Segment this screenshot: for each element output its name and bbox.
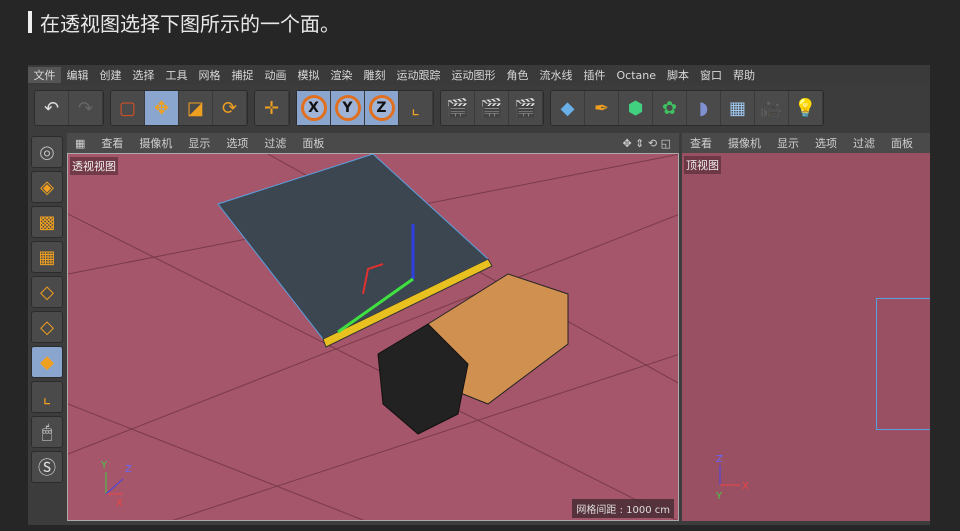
svg-text:Y: Y — [100, 460, 108, 471]
svg-text:X: X — [116, 498, 123, 509]
rotate-tool-button[interactable]: ⟳ — [213, 91, 247, 125]
menu-item[interactable]: 运动图形 — [446, 67, 501, 83]
perspective-view-menu: ▦ 查看 摄像机 显示 选项 过滤 面板 ✥ ⇕ ⟲ ◱ — [67, 133, 679, 153]
pen-spline-icon[interactable]: ✒ — [585, 91, 619, 125]
view-menu-item[interactable]: 选项 — [807, 135, 845, 151]
snap-button[interactable]: Ⓢ — [31, 451, 63, 483]
axis-gizmo: Y Z X — [100, 460, 132, 509]
points-mode-button[interactable]: ◇ — [31, 276, 63, 308]
toolbar: ↶ ↷ ▢ ✥ ◪ ⟳ ✛ X Y Z ⌞ 🎬 🎬 🎬 ◆ ✒ ⬢ ✿ ◗ ▦ 🎥 💡 — [28, 87, 930, 129]
svg-text:X: X — [742, 481, 749, 492]
menu-item[interactable]: 运动跟踪 — [391, 67, 446, 83]
svg-text:Y: Y — [715, 491, 723, 502]
perspective-scene: Y Z X — [68, 154, 678, 520]
menu-item[interactable]: 动画 — [259, 67, 292, 83]
left-toolbar: ◎ ◈ ▩ ▦ ◇ ◇ ◆ ⌞ 🖱 Ⓢ — [28, 133, 66, 525]
render-view-button[interactable]: 🎬 — [441, 91, 475, 125]
texture-mode-button[interactable]: ▩ — [31, 206, 63, 238]
axis-mode-button[interactable]: ⌞ — [31, 381, 63, 413]
cloner-icon[interactable]: ✿ — [653, 91, 687, 125]
view-menu-item[interactable]: 选项 — [218, 135, 256, 151]
recent-tool-button[interactable]: ✛ — [255, 91, 289, 125]
live-selection-button[interactable]: ▢ — [111, 91, 145, 125]
deformer-icon[interactable]: ◗ — [687, 91, 721, 125]
undo-button[interactable]: ↶ — [35, 91, 69, 125]
view-menu-item[interactable]: 显示 — [769, 135, 807, 151]
polygons-mode-button[interactable]: ◆ — [31, 346, 63, 378]
menu-item[interactable]: 角色 — [501, 67, 534, 83]
grip-icon[interactable]: ▦ — [67, 137, 93, 150]
menu-item[interactable]: Octane — [611, 69, 662, 82]
view-menu-item[interactable]: 查看 — [682, 135, 720, 151]
render-settings-button[interactable]: 🎬 — [509, 91, 543, 125]
menu-item[interactable]: 创建 — [94, 67, 127, 83]
menu-item[interactable]: 选择 — [127, 67, 160, 83]
menu-bar: 文件 编辑 创建 选择 工具 网格 捕捉 动画 模拟 渲染 雕刻 运动跟踪 运动图形 角色 流水线 插件 Oct… — [28, 65, 930, 85]
viewport-label: 顶视图 — [684, 156, 721, 174]
menu-item[interactable]: 帮助 — [728, 67, 761, 83]
menu-item[interactable]: 雕刻 — [358, 67, 391, 83]
view-menu-item[interactable]: 查看 — [93, 135, 131, 151]
top-axis-gizmo: Z X Y — [715, 454, 749, 502]
menu-item[interactable]: 工具 — [160, 67, 193, 83]
top-view-object-outline — [876, 298, 930, 430]
grid-spacing: 网格间距 : 1000 cm — [572, 499, 674, 518]
menu-item[interactable]: 脚本 — [662, 67, 695, 83]
caption-bar — [28, 11, 32, 33]
menu-item[interactable]: 渲染 — [325, 67, 358, 83]
svg-text:Z: Z — [125, 464, 132, 475]
scale-tool-button[interactable]: ◪ — [179, 91, 213, 125]
light-icon[interactable]: 💡 — [789, 91, 823, 125]
subdivision-icon[interactable]: ⬢ — [619, 91, 653, 125]
view-menu-item[interactable]: 面板 — [294, 135, 332, 151]
view-menu-item[interactable]: 面板 — [883, 135, 921, 151]
view-menu-item[interactable]: 过滤 — [256, 135, 294, 151]
view-navigation-icons[interactable]: ✥ ⇕ ⟲ ◱ — [614, 137, 679, 150]
make-editable-button[interactable]: ◎ — [31, 136, 63, 168]
workplane-mode-button[interactable]: ▦ — [31, 241, 63, 273]
menu-item[interactable]: 文件 — [28, 67, 61, 83]
z-axis-lock[interactable]: Z — [365, 91, 399, 125]
svg-text:Z: Z — [716, 454, 723, 465]
menu-item[interactable]: 流水线 — [534, 67, 578, 83]
perspective-viewport[interactable]: Y Z X 透视视图 网格间距 : 1000 cm — [67, 153, 679, 521]
menu-item[interactable]: 窗口 — [695, 67, 728, 83]
menu-item[interactable]: 捕捉 — [226, 67, 259, 83]
tweak-mode-button[interactable]: 🖱 — [31, 416, 63, 448]
cube-icon[interactable]: ◆ — [551, 91, 585, 125]
model-mode-button[interactable]: ◈ — [31, 171, 63, 203]
x-axis-lock[interactable]: X — [297, 91, 331, 125]
menu-item[interactable]: 编辑 — [61, 67, 94, 83]
render-picture-viewer-button[interactable]: 🎬 — [475, 91, 509, 125]
redo-button[interactable]: ↷ — [69, 91, 103, 125]
caption: 在透视图选择下图所示的一个面。 — [28, 8, 340, 36]
view-menu-item[interactable]: 摄像机 — [131, 135, 180, 151]
move-tool-button[interactable]: ✥ — [145, 91, 179, 125]
floor-icon[interactable]: ▦ — [721, 91, 755, 125]
menu-item[interactable]: 插件 — [578, 67, 611, 83]
menu-item[interactable]: 模拟 — [292, 67, 325, 83]
top-viewport[interactable]: Z X Y 顶视图 — [682, 153, 930, 521]
cinema4d-window: 文件 编辑 创建 选择 工具 网格 捕捉 动画 模拟 渲染 雕刻 运动跟踪 运动图形 角色 流水线 插件 Oct… — [28, 65, 930, 525]
menu-item[interactable]: 网格 — [193, 67, 226, 83]
y-axis-lock[interactable]: Y — [331, 91, 365, 125]
camera-icon[interactable]: 🎥 — [755, 91, 789, 125]
coordinate-system-button[interactable]: ⌞ — [399, 91, 433, 125]
view-menu-item[interactable]: 过滤 — [845, 135, 883, 151]
viewport-label: 透视视图 — [70, 157, 118, 175]
view-menu-item[interactable]: 显示 — [180, 135, 218, 151]
view-menu-item[interactable]: 摄像机 — [720, 135, 769, 151]
caption-text: 在透视图选择下图所示的一个面。 — [40, 11, 340, 36]
edges-mode-button[interactable]: ◇ — [31, 311, 63, 343]
top-view-menu: 查看 摄像机 显示 选项 过滤 面板 — [682, 133, 930, 153]
